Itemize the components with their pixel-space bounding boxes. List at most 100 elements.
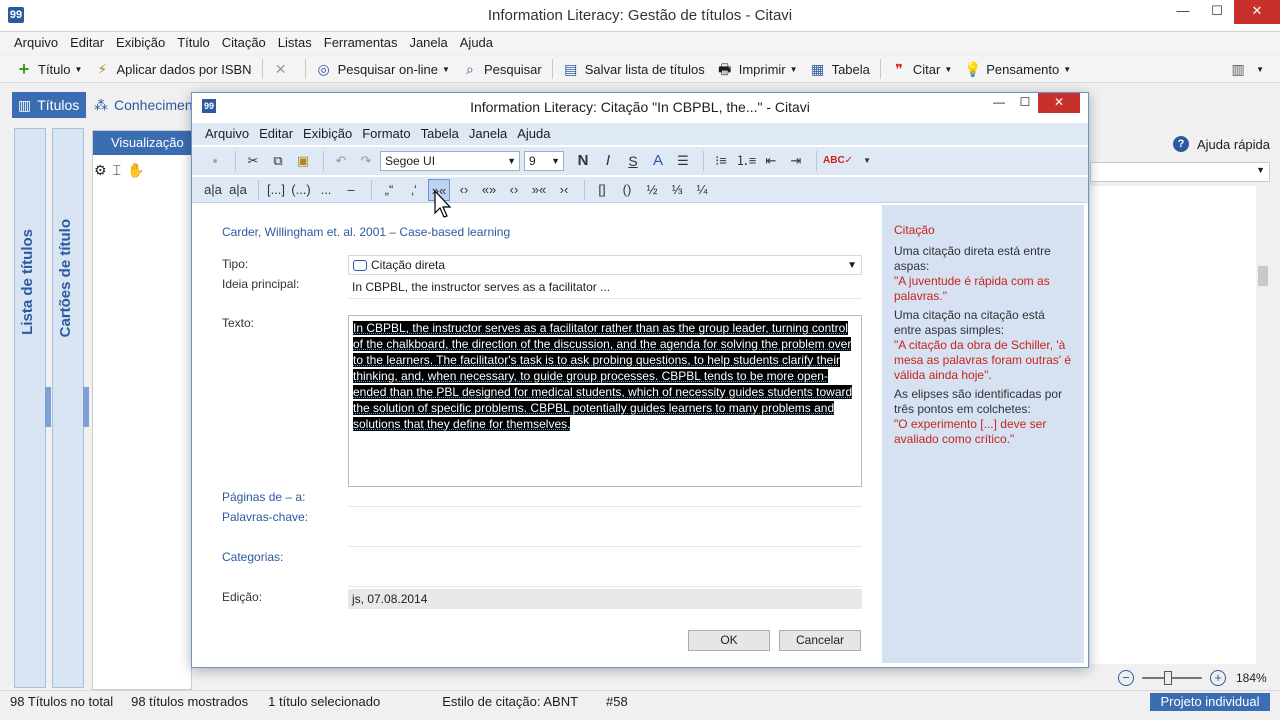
- single-quote-button[interactable]: ‹›: [453, 179, 475, 201]
- title-cards-panel[interactable]: Cartões de título: [52, 128, 89, 688]
- chevron-down-icon[interactable]: ▼: [856, 150, 878, 172]
- ellipsis-paren-button[interactable]: (...): [290, 179, 312, 201]
- scroll-thumb[interactable]: [1258, 266, 1268, 286]
- dialog-close-button[interactable]: ✕: [1038, 93, 1080, 113]
- double-quote-low-button[interactable]: „“: [378, 179, 400, 201]
- dlg-menu-janela[interactable]: Janela: [464, 123, 512, 145]
- lowercase-button[interactable]: a|a: [202, 179, 224, 201]
- bullet-list-icon[interactable]: ⁝≡: [710, 150, 732, 172]
- zoom-level[interactable]: 184%: [1236, 671, 1267, 685]
- view-header[interactable]: Visualização: [93, 131, 191, 155]
- undo-icon[interactable]: ↶: [330, 150, 352, 172]
- panel-grip[interactable]: [83, 387, 89, 427]
- tab-knowledge[interactable]: ⁂ Conhecimen: [94, 92, 193, 118]
- ellipsis-bracket-button[interactable]: [...]: [265, 179, 287, 201]
- uppercase-button[interactable]: a|a: [227, 179, 249, 201]
- save-icon[interactable]: ▪: [204, 150, 226, 172]
- ellipsis-button[interactable]: ...: [315, 179, 337, 201]
- keywords-field[interactable]: [348, 509, 862, 547]
- table-button[interactable]: ▦ Tabela: [804, 57, 876, 81]
- type-select[interactable]: Citação direta ▼: [348, 255, 862, 275]
- single-quote-low-button[interactable]: ‚‘: [403, 179, 425, 201]
- guillemets-button[interactable]: «»: [478, 179, 500, 201]
- menu-citacao[interactable]: Citação: [216, 32, 272, 54]
- outdent-icon[interactable]: ⇤: [760, 150, 782, 172]
- numbered-list-icon[interactable]: ⒈≡: [735, 150, 757, 172]
- dlg-menu-editar[interactable]: Editar: [254, 123, 298, 145]
- cite-button[interactable]: ❞ Citar ▼: [885, 57, 958, 81]
- paste-icon[interactable]: ▣: [292, 150, 314, 172]
- cancel-button[interactable]: Cancelar: [779, 630, 861, 651]
- menu-ajuda[interactable]: Ajuda: [454, 32, 499, 54]
- reference-link[interactable]: Carder, Willingham et. al. 2001 – Case-b…: [222, 225, 510, 239]
- title-list-panel[interactable]: Lista de títulos: [14, 128, 51, 688]
- dlg-menu-ajuda[interactable]: Ajuda: [512, 123, 555, 145]
- style-icon[interactable]: ☰: [672, 150, 694, 172]
- categories-label[interactable]: Categorias:: [222, 550, 283, 564]
- selected-citation-text[interactable]: In CBPBL, the instructor serves as a fac…: [353, 321, 853, 431]
- print-button[interactable]: 🖶 Imprimir ▼: [711, 57, 804, 81]
- hand-icon[interactable]: ✋: [127, 162, 144, 184]
- cut-icon[interactable]: ✂: [242, 150, 264, 172]
- main-idea-field[interactable]: In CBPBL, the instructor serves as a fac…: [348, 277, 862, 299]
- parentheses-button[interactable]: (): [616, 179, 638, 201]
- dash-button[interactable]: –: [340, 179, 362, 201]
- single-guillemets-button[interactable]: ‹›: [503, 179, 525, 201]
- menu-janela[interactable]: Janela: [403, 32, 453, 54]
- menu-listas[interactable]: Listas: [272, 32, 318, 54]
- save-list-button[interactable]: ▤ Salvar lista de títulos: [557, 57, 711, 81]
- pages-label[interactable]: Páginas de – a:: [222, 490, 305, 504]
- indent-icon[interactable]: ⇥: [785, 150, 807, 172]
- add-title-button[interactable]: + Título ▼: [10, 57, 88, 81]
- ok-button[interactable]: OK: [688, 630, 770, 651]
- thought-button[interactable]: 💡 Pensamento ▼: [958, 57, 1077, 81]
- font-size-select[interactable]: 9 ▼: [524, 151, 564, 171]
- minimize-button[interactable]: —: [1166, 0, 1200, 24]
- vertical-scrollbar[interactable]: [1256, 186, 1270, 664]
- menu-editar[interactable]: Editar: [64, 32, 110, 54]
- half-button[interactable]: ½: [641, 179, 663, 201]
- categories-field[interactable]: [348, 549, 862, 587]
- quarter-button[interactable]: ¼: [691, 179, 713, 201]
- pages-field[interactable]: [348, 489, 862, 507]
- zoom-out-button[interactable]: −: [1118, 670, 1134, 686]
- dlg-menu-formato[interactable]: Formato: [357, 123, 415, 145]
- quick-help-bar[interactable]: ? Ajuda rápida: [1090, 132, 1270, 156]
- project-badge[interactable]: Projeto individual: [1150, 693, 1270, 711]
- layout-button[interactable]: ▥ ▼: [1224, 57, 1270, 81]
- menu-arquivo[interactable]: Arquivo: [8, 32, 64, 54]
- delete-button[interactable]: ✕: [267, 57, 301, 81]
- close-button[interactable]: ✕: [1234, 0, 1280, 24]
- citation-text-editor[interactable]: In CBPBL, the instructor serves as a fac…: [348, 315, 862, 487]
- dlg-menu-tabela[interactable]: Tabela: [416, 123, 464, 145]
- redo-icon[interactable]: ↷: [355, 150, 377, 172]
- dlg-menu-exibicao[interactable]: Exibição: [298, 123, 357, 145]
- dlg-menu-arquivo[interactable]: Arquivo: [200, 123, 254, 145]
- gear-icon[interactable]: ⚙: [94, 162, 107, 184]
- font-family-select[interactable]: Segoe UI ▼: [380, 151, 520, 171]
- third-button[interactable]: ⅓: [666, 179, 688, 201]
- square-brackets-button[interactable]: []: [591, 179, 613, 201]
- apply-isbn-button[interactable]: ⚡ Aplicar dados por ISBN: [88, 57, 257, 81]
- spellcheck-icon[interactable]: ABC✓: [823, 150, 853, 172]
- dialog-maximize-button[interactable]: ☐: [1012, 93, 1038, 113]
- search-button[interactable]: ⌕ Pesquisar: [456, 57, 548, 81]
- dialog-minimize-button[interactable]: —: [986, 93, 1012, 113]
- keywords-label[interactable]: Palavras-chave:: [222, 510, 308, 524]
- menu-titulo[interactable]: Título: [171, 32, 216, 54]
- copy-icon[interactable]: ⧉: [267, 150, 289, 172]
- search-online-button[interactable]: ◎ Pesquisar on-line ▼: [310, 57, 456, 81]
- font-color-button[interactable]: A: [647, 150, 669, 172]
- zoom-slider[interactable]: [1142, 671, 1202, 685]
- zoom-in-button[interactable]: +: [1210, 670, 1226, 686]
- panel-grip[interactable]: [45, 387, 51, 427]
- menu-ferramentas[interactable]: Ferramentas: [318, 32, 404, 54]
- select-icon[interactable]: ⌶: [113, 162, 121, 184]
- menu-exibicao[interactable]: Exibição: [110, 32, 171, 54]
- reverse-single-guillemets-button[interactable]: ›‹: [553, 179, 575, 201]
- quick-help-combo[interactable]: ▼: [1090, 162, 1270, 182]
- strikethrough-button[interactable]: S: [622, 150, 644, 172]
- zoom-knob[interactable]: [1164, 671, 1172, 685]
- italic-button[interactable]: I: [597, 150, 619, 172]
- bold-button[interactable]: N: [572, 150, 594, 172]
